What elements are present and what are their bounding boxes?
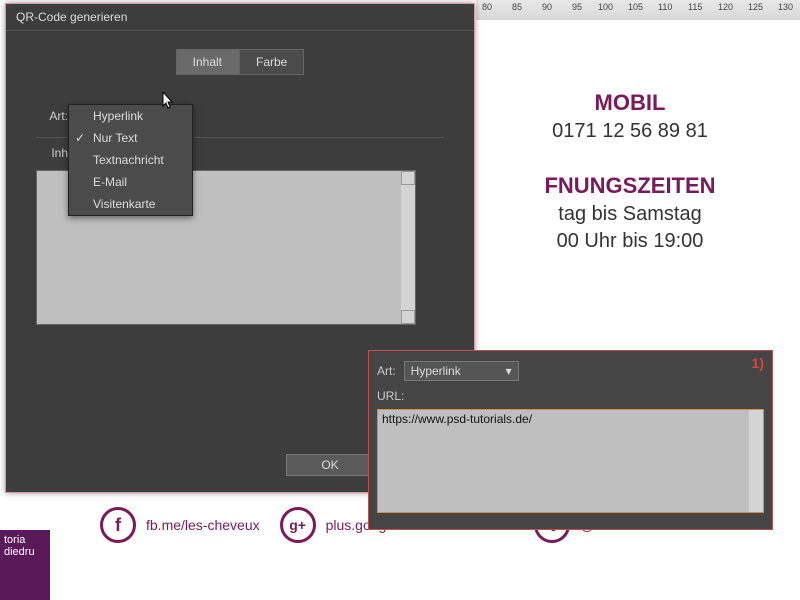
ruler-tick: 130 [778,2,793,12]
mobil-number: 0171 12 56 89 81 [460,120,800,143]
watermark-line: toria [4,534,46,546]
dropdown-item-nur-text[interactable]: Nur Text [69,127,192,149]
ruler-tick: 125 [748,2,763,12]
hours-heading: FNUNGSZEITEN [460,173,800,199]
watermark-line: diedru [4,546,46,558]
facebook-link[interactable]: f fb.me/les-cheveux [100,507,260,543]
chevron-down-icon: ▾ [506,364,512,378]
ruler-tick: 95 [572,2,582,12]
hyperlink-panel: 1) Art: Hyperlink ▾ URL: https://www.psd… [368,350,773,530]
tab-farbe[interactable]: Farbe [239,49,304,75]
scrollbar[interactable] [749,410,763,512]
url-label: URL: [369,381,772,403]
art-select-2-value: Hyperlink [411,364,461,378]
gplus-icon: g+ [280,507,316,543]
ruler-tick: 110 [658,2,672,12]
ruler-tick: 100 [598,2,613,12]
dropdown-item-email[interactable]: E-Mail [69,171,192,193]
dropdown-item-textnachricht[interactable]: Textnachricht [69,149,192,171]
ruler-tick: 80 [482,2,492,12]
facebook-icon: f [100,507,136,543]
watermark-strip: toria diedru [0,530,50,600]
hours-line2: 00 Uhr bis 19:00 [460,230,800,253]
art-dropdown: Hyperlink Nur Text Textnachricht E-Mail … [68,104,193,216]
hours-line1: tag bis Samstag [460,203,800,226]
url-textarea[interactable]: https://www.psd-tutorials.de/ [377,409,764,513]
dialog-tabs: Inhalt Farbe [6,49,474,75]
tab-inhalt[interactable]: Inhalt [176,49,239,75]
ruler-tick: 90 [542,2,552,12]
dialog-title: QR-Code generieren [6,4,474,31]
business-card-preview: MOBIL 0171 12 56 89 81 FNUNGSZEITEN tag … [460,80,800,253]
ruler: 80 85 90 95 100 105 110 115 120 125 130 [476,0,800,20]
ruler-tick: 85 [512,2,522,12]
inhalt-label: Inh [36,146,68,160]
scroll-up-icon[interactable] [401,171,415,185]
url-value: https://www.psd-tutorials.de/ [382,412,532,426]
annotation-number: 1) [752,355,764,371]
ok-button[interactable]: OK [286,454,374,476]
scroll-down-icon[interactable] [401,310,415,324]
ruler-tick: 105 [628,2,643,12]
ruler-tick: 115 [688,2,702,12]
facebook-label: fb.me/les-cheveux [146,517,260,533]
dropdown-item-visitenkarte[interactable]: Visitenkarte [69,193,192,215]
art-select-2[interactable]: Hyperlink ▾ [404,361,519,381]
art-label: Art: [36,109,68,123]
scrollbar[interactable] [401,171,415,324]
mobil-heading: MOBIL [460,90,800,116]
cursor-icon [162,92,176,110]
ruler-tick: 120 [718,2,733,12]
art-label-2: Art: [377,364,396,378]
